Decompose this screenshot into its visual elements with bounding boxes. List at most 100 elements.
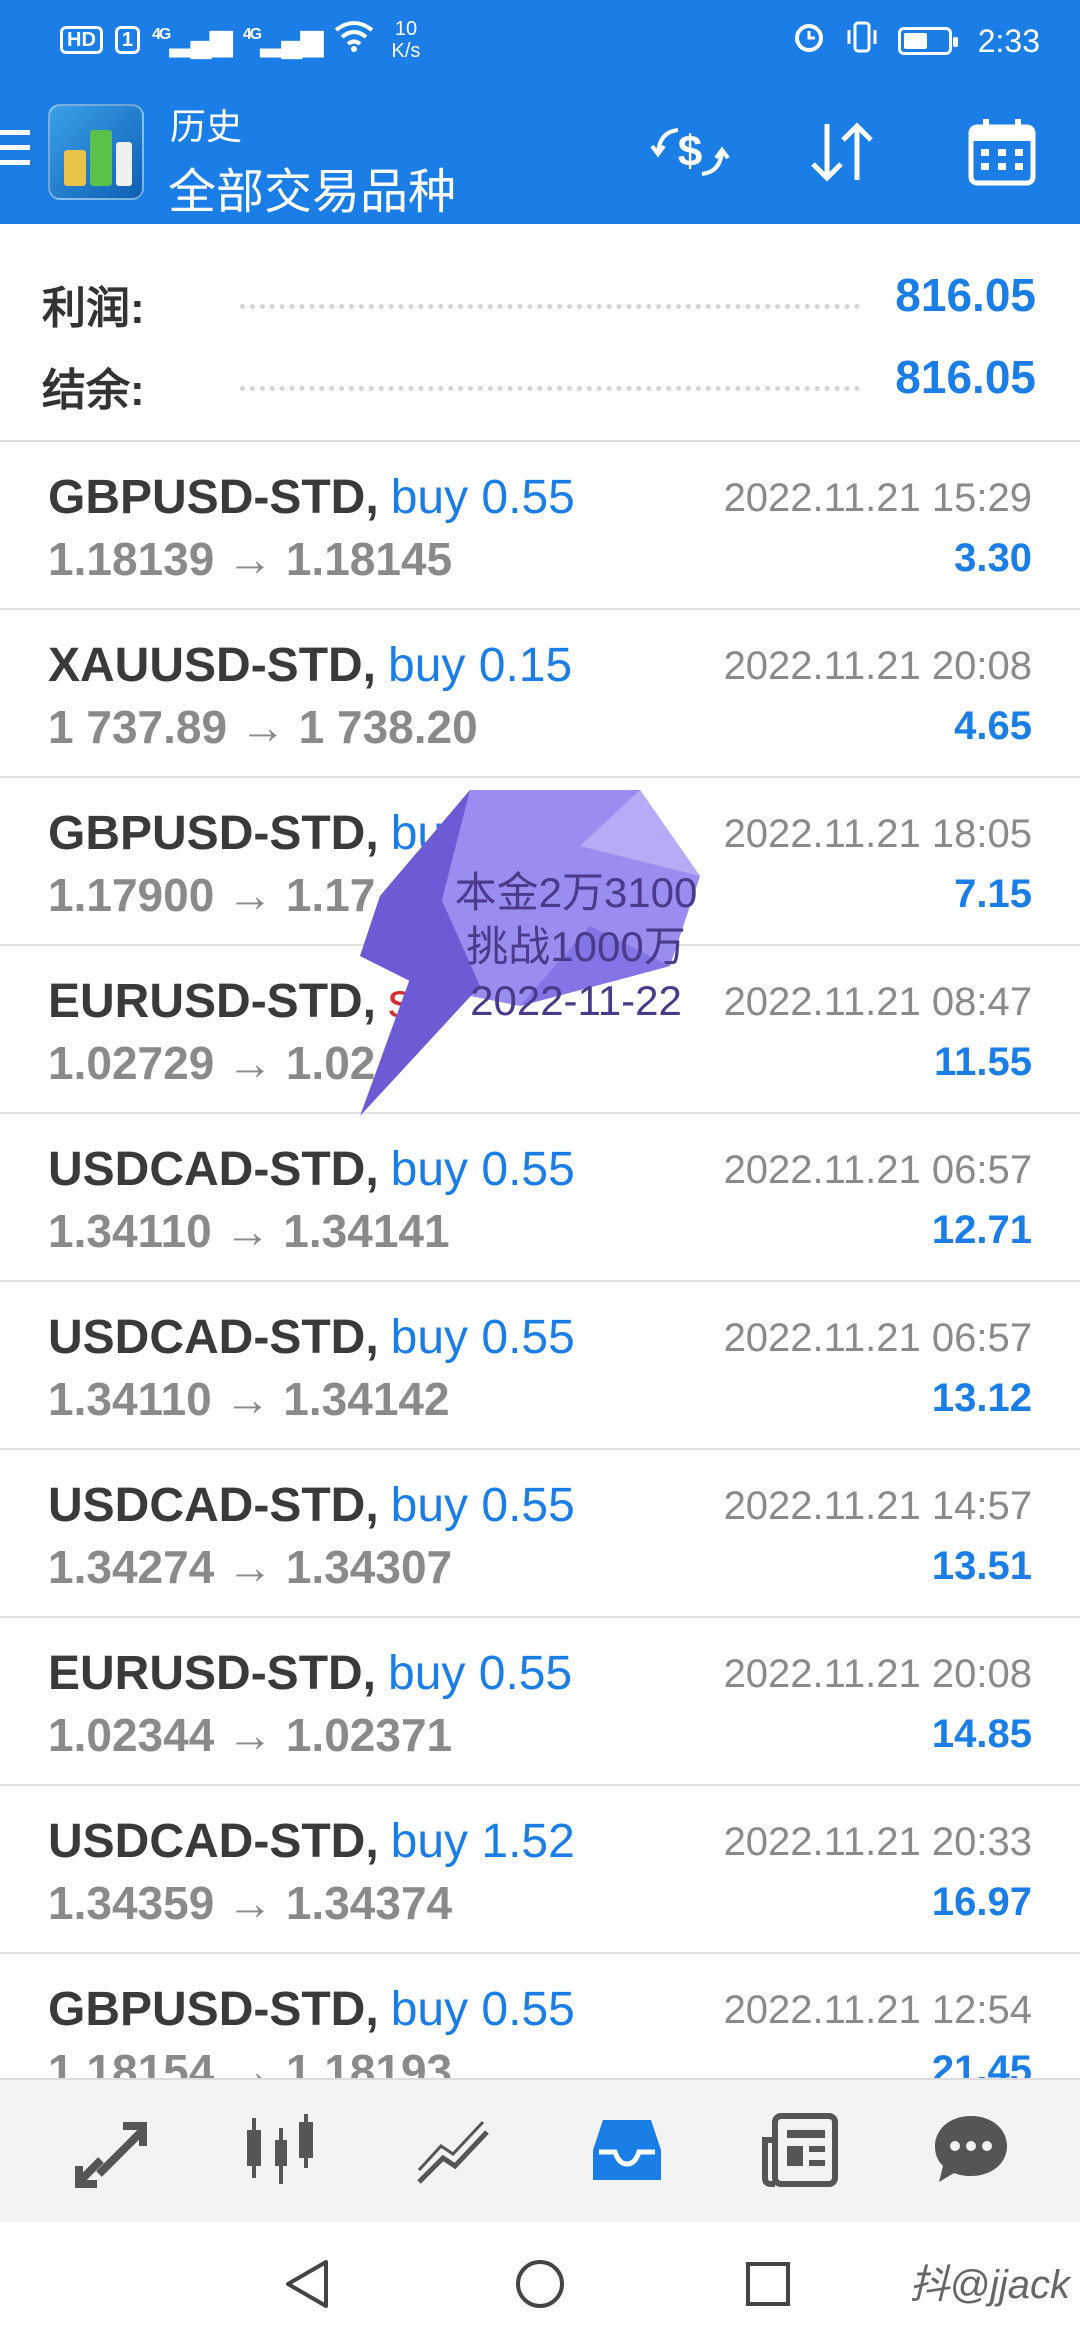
calendar-icon[interactable] xyxy=(962,112,1042,192)
trade-symbol: GBPUSD-STD, xyxy=(48,1983,379,2036)
trade-time: 2022.11.21 06:57 xyxy=(723,1316,1032,1360)
trade-side-volume: buy 1.52 xyxy=(390,1815,575,1868)
trade-history-list[interactable]: GBPUSD-STD, buy 0.55 1.18139 → 1.18145 2022… xyxy=(0,442,1080,2078)
trade-profit: 4.65 xyxy=(954,704,1032,748)
tab-trade[interactable] xyxy=(56,2100,166,2200)
dotted-leader xyxy=(240,304,860,309)
chat-icon xyxy=(935,2116,1007,2182)
trade-side-volume: buy 0.55 xyxy=(390,1311,575,1364)
trade-time: 2022.11.21 14:57 xyxy=(723,1484,1032,1528)
news-icon xyxy=(762,2113,838,2187)
menu-icon[interactable] xyxy=(0,130,30,175)
recents-button[interactable] xyxy=(736,2252,800,2316)
tab-history[interactable] xyxy=(572,2100,682,2200)
status-right: 2:33 xyxy=(792,20,1040,62)
trade-symbol-line: USDCAD-STD, buy 0.55 xyxy=(48,1310,575,1365)
trade-time: 2022.11.21 20:33 xyxy=(723,1820,1032,1864)
app-logo xyxy=(48,104,144,200)
trade-symbol-line: GBPUSD-STD, buy 0.55 xyxy=(48,1982,575,2037)
currency-exchange-icon[interactable]: $ xyxy=(650,112,730,192)
trade-symbol: USDCAD-STD, xyxy=(48,1479,379,1532)
balance-row: 结余: 816.05 xyxy=(0,334,1080,415)
trade-side-volume: buy 0.15 xyxy=(388,639,573,692)
trade-symbol: USDCAD-STD, xyxy=(48,1143,379,1196)
trade-row[interactable]: EURUSD-STD, buy 0.55 1.02344 → 1.02371 2022… xyxy=(0,1618,1080,1786)
balance-value: 816.05 xyxy=(895,351,1036,403)
profit-value: 816.05 xyxy=(895,269,1036,321)
trade-profit: 7.15 xyxy=(954,872,1032,916)
quotes-chart-icon xyxy=(247,2114,313,2184)
home-icon xyxy=(516,2260,564,2308)
trade-time: 2022.11.21 12:54 xyxy=(723,1988,1032,2032)
app-subtitle: 历史 xyxy=(170,106,243,147)
trade-row[interactable]: GBPUSD-STD, buy 0.55 1.18139 → 1.18145 2022… xyxy=(0,442,1080,610)
trade-symbol: EURUSD-STD, xyxy=(48,975,377,1028)
status-bar: HD 1 4G▂▄▆ 4G▂▄▆ 10 K/s 2:33 xyxy=(0,0,1080,82)
tab-news[interactable] xyxy=(746,2100,856,2200)
trade-profit: 16.97 xyxy=(931,1880,1032,1924)
trade-icon xyxy=(75,2122,147,2188)
trade-prices: 1.18139 → 1.18145 xyxy=(48,533,453,585)
trade-profit: 12.71 xyxy=(931,1208,1032,1252)
trade-profit: 3.30 xyxy=(954,536,1032,580)
balance-label: 结余: xyxy=(42,366,145,415)
trade-prices: 1.02729 → 1.02 xyxy=(48,1037,376,1089)
trade-symbol: GBPUSD-STD, xyxy=(48,471,379,524)
tab-chart[interactable] xyxy=(398,2100,508,2200)
top-bar: HD 1 4G▂▄▆ 4G▂▄▆ 10 K/s 2:33 历史 全部交易品种 $ xyxy=(0,0,1080,224)
trade-symbol: USDCAD-STD, xyxy=(48,1815,379,1868)
back-icon xyxy=(286,2260,328,2308)
back-button[interactable] xyxy=(276,2252,340,2316)
history-icon xyxy=(593,2120,661,2180)
dotted-leader xyxy=(240,386,860,391)
profit-label: 利润: xyxy=(42,284,145,333)
sticker-text: 本金2万3100 挑战1000万 2022-11-22 xyxy=(426,866,726,1028)
trade-profit: 13.51 xyxy=(931,1544,1032,1588)
trade-profit: 13.12 xyxy=(931,1376,1032,1420)
trade-profit: 21.45 xyxy=(931,2048,1032,2078)
sort-icon[interactable] xyxy=(802,112,882,192)
trade-side-volume: buy 0.55 xyxy=(390,1983,575,2036)
trade-time: 2022.11.21 06:57 xyxy=(723,1148,1032,1192)
signal-icon: 4G▂▄▆ xyxy=(152,23,233,57)
trade-row[interactable]: USDCAD-STD, buy 0.55 1.34110 → 1.34141 2022… xyxy=(0,1114,1080,1282)
trade-row[interactable]: USDCAD-STD, buy 1.52 1.34359 → 1.34374 2022… xyxy=(0,1786,1080,1954)
trade-side-volume: buy 0.55 xyxy=(390,471,575,524)
trade-prices: 1.02344 → 1.02371 xyxy=(48,1709,453,1761)
sticker-line-3: 2022-11-22 xyxy=(470,977,682,1024)
profit-row: 利润: 816.05 xyxy=(0,252,1080,333)
trade-time: 2022.11.21 20:08 xyxy=(723,644,1032,688)
trade-row[interactable]: USDCAD-STD, buy 0.55 1.34110 → 1.34142 2022… xyxy=(0,1282,1080,1450)
trade-symbol-line: GBPUSD-STD, buy 0.55 xyxy=(48,470,575,525)
sim-badge: 1 xyxy=(114,26,141,54)
trade-symbol: EURUSD-STD, xyxy=(48,1647,377,1700)
tab-quotes[interactable] xyxy=(226,2100,336,2200)
account-summary: 利润: 816.05 结余: 816.05 xyxy=(0,224,1080,442)
clock: 2:33 xyxy=(977,22,1040,59)
trade-profit: 11.55 xyxy=(934,1040,1032,1084)
trade-prices: 1 737.89 → 1 738.20 xyxy=(48,701,478,753)
trade-prices: 1.34274 → 1.34307 xyxy=(48,1541,453,1593)
alarm-icon xyxy=(792,20,826,62)
signal-icon-2: 4G▂▄▆ xyxy=(242,23,324,57)
tab-chat[interactable] xyxy=(916,2100,1026,2200)
chart-icon xyxy=(417,2120,489,2184)
network-speed: 10 K/s xyxy=(391,18,421,62)
sticker-overlay: 本金2万3100 挑战1000万 2022-11-22 xyxy=(340,786,820,1136)
trade-prices: 1.18154 → 1.18193 xyxy=(48,2045,453,2078)
trade-row[interactable]: XAUUSD-STD, buy 0.15 1 737.89 → 1 738.20 20… xyxy=(0,610,1080,778)
trade-row[interactable]: GBPUSD-STD, buy 0.55 1.18154 → 1.18193 2022… xyxy=(0,1954,1080,2078)
trade-prices: 1.17900 → 1.17 xyxy=(48,869,376,921)
recents-icon xyxy=(746,2262,790,2306)
home-button[interactable] xyxy=(508,2252,572,2316)
wifi-icon xyxy=(334,20,374,61)
trade-symbol: XAUUSD-STD, xyxy=(48,639,377,692)
battery-icon xyxy=(897,27,958,55)
trade-row[interactable]: USDCAD-STD, buy 0.55 1.34274 → 1.34307 2022… xyxy=(0,1450,1080,1618)
system-nav-bar: 抖@jjack xyxy=(0,2222,1080,2340)
trade-side-volume: buy 0.55 xyxy=(390,1143,575,1196)
app-bar: 历史 全部交易品种 $ xyxy=(0,82,1080,224)
trade-symbol-line: USDCAD-STD, buy 0.55 xyxy=(48,1142,575,1197)
hd-badge: HD xyxy=(60,26,103,54)
app-title[interactable]: 全部交易品种 xyxy=(168,152,456,222)
